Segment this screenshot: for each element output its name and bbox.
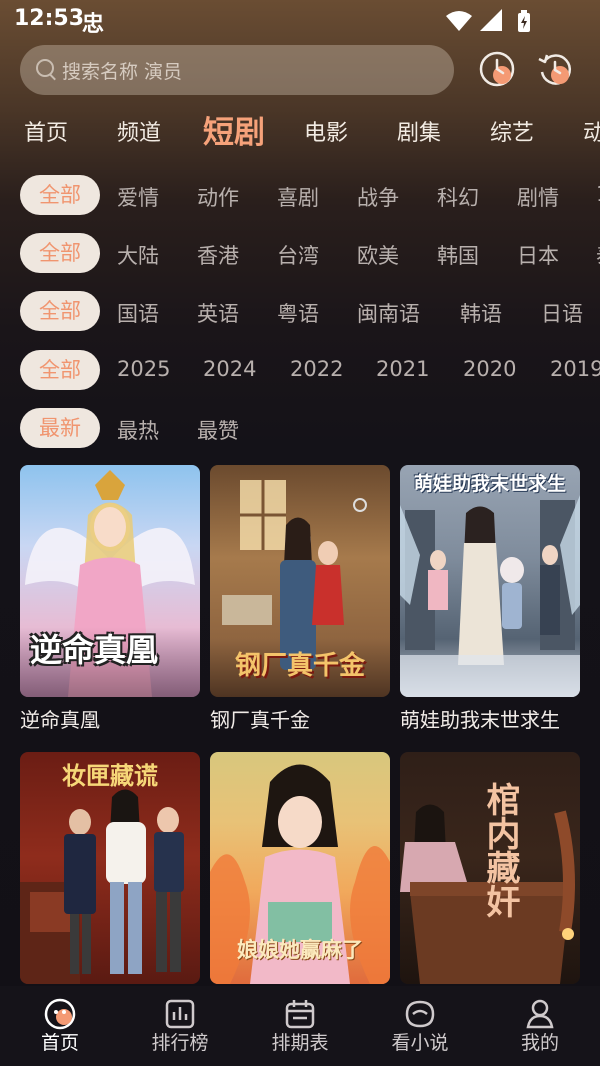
drama-card[interactable]: 萌娃助我末世求生 萌娃助我末世求生 [400,465,580,735]
refresh-icon[interactable] [536,50,574,88]
signal-icon [480,9,502,31]
filter-option[interactable]: 闽南语 [357,298,420,328]
tab-anime[interactable]: 动 [583,115,600,147]
nav-label: 排行榜 [151,1032,209,1054]
filter-chip-selected[interactable]: 全部 [20,233,100,273]
filter-chip-selected[interactable]: 全部 [20,291,100,331]
nav-schedule[interactable]: 排期表 [250,986,350,1066]
filter-row-sort: 最新 最热 最赞 [0,408,600,452]
filter-option[interactable]: 喜剧 [277,182,319,212]
wifi-icon [446,11,472,31]
filter-option[interactable]: 2025 [117,357,170,381]
drama-card[interactable]: 钢厂真千金 钢厂真千金 [210,465,390,735]
filter-option[interactable]: 动作 [197,182,239,212]
card-title: 萌娃助我末世求生 [400,708,560,732]
nav-label: 我的 [520,1032,559,1054]
poster-image: 棺内藏奸 [400,752,580,984]
search-bar[interactable]: 搜索名称 演员 [20,45,454,95]
tab-short-drama[interactable]: 短剧 [203,107,265,152]
calendar-icon [285,1000,315,1029]
filter-chip-selected[interactable]: 最新 [20,408,100,448]
search-icon [36,59,54,77]
nav-novel[interactable]: 看小说 [370,986,470,1066]
profile-icon [526,999,554,1029]
poster-image: 妆匣藏谎 [20,752,200,984]
filter-row-year: 全部 2025 2024 2022 2021 2020 2019 [0,350,600,394]
category-tabs: 首页 频道 短剧 电影 剧集 综艺 动 [0,105,600,155]
filter-row-region: 全部 大陆 香港 台湾 欧美 韩国 日本 泰 [0,233,600,277]
poster-image: 逆命真凰 [20,465,200,697]
filter-option[interactable]: 香港 [197,240,239,270]
filter-option[interactable]: 台湾 [277,240,319,270]
filter-option[interactable]: 泰 [596,240,600,270]
nav-label: 看小说 [391,1032,449,1054]
poster-title-text: 妆匣藏谎 [62,762,158,790]
filter-option[interactable]: 2024 [203,357,256,381]
tab-channel[interactable]: 频道 [117,115,161,147]
tab-home[interactable]: 首页 [24,115,68,147]
book-icon [405,1000,435,1028]
filter-row-genre: 全部 爱情 动作 喜剧 战争 科幻 剧情 1 [0,175,600,219]
card-title: 钢厂真千金 [210,708,310,732]
poster-title-text: 逆命真凰 [30,631,159,669]
tab-variety[interactable]: 综艺 [490,115,534,147]
poster-title-text: 棺内藏奸 [480,782,520,918]
nav-profile[interactable]: 我的 [490,986,590,1066]
filter-option[interactable]: 日语 [541,298,583,328]
filter-option[interactable]: 英语 [197,298,239,328]
poster-image: 娘娘她赢麻了 [210,752,390,984]
filter-option[interactable]: 爱情 [117,182,159,212]
filter-option[interactable]: 国语 [117,298,159,328]
card-title: 逆命真凰 [20,708,100,732]
filter-option[interactable]: 科幻 [437,182,479,212]
drama-card[interactable]: 妆匣藏谎 [20,752,200,984]
filter-option[interactable]: 韩语 [460,298,502,328]
filter-option[interactable]: 2021 [376,357,429,381]
drama-card[interactable]: 棺内藏奸 [400,752,580,984]
tab-series[interactable]: 剧集 [397,115,441,147]
history-icon[interactable] [478,50,516,88]
filter-option[interactable]: 2019 [550,357,600,381]
status-time: 12:53 [14,6,85,31]
filter-option[interactable]: 最热 [117,415,159,445]
filter-option[interactable]: 欧美 [357,240,399,270]
filter-option[interactable]: 2020 [463,357,516,381]
poster-title-text: 娘娘她赢麻了 [237,938,363,962]
filter-option[interactable]: 日本 [517,240,559,270]
drama-card[interactable]: 逆命真凰 逆命真凰 [20,465,200,735]
filter-chip-selected[interactable]: 全部 [20,175,100,215]
poster-title-text: 钢厂真千金 [234,651,365,681]
notification-icon: 忠 [82,12,105,37]
tab-movie[interactable]: 电影 [304,115,348,147]
nav-ranking[interactable]: 排行榜 [130,986,230,1066]
poster-title-text: 萌娃助我末世求生 [413,473,566,495]
status-icons [446,8,556,38]
filter-option[interactable]: 大陆 [117,240,159,270]
nav-label: 排期表 [271,1032,329,1054]
status-bar: 12:53 忠 [0,0,600,40]
filter-option[interactable]: 粤语 [277,298,319,328]
filter-option[interactable]: 剧情 [517,182,559,212]
ranking-icon [165,999,195,1029]
filter-chip-selected[interactable]: 全部 [20,350,100,390]
filter-option[interactable]: 战争 [357,182,399,212]
filter-row-language: 全部 国语 英语 粤语 闽南语 韩语 日语 [0,291,600,335]
poster-image: 萌娃助我末世求生 [400,465,580,697]
nav-label: 首页 [40,1032,79,1054]
bottom-nav: 首页 排行榜 排期表 看小说 我的 [0,986,600,1066]
filter-option[interactable]: 韩国 [437,240,479,270]
poster-image: 钢厂真千金 [210,465,390,697]
drama-card[interactable]: 娘娘她赢麻了 [210,752,390,984]
nav-home[interactable]: 首页 [10,986,110,1066]
battery-icon [518,10,530,32]
search-input[interactable]: 搜索名称 演员 [62,57,182,84]
filter-option[interactable]: 1 [596,182,600,206]
filter-option[interactable]: 最赞 [197,415,239,445]
filter-option[interactable]: 2022 [290,357,343,381]
home-icon [44,998,76,1030]
